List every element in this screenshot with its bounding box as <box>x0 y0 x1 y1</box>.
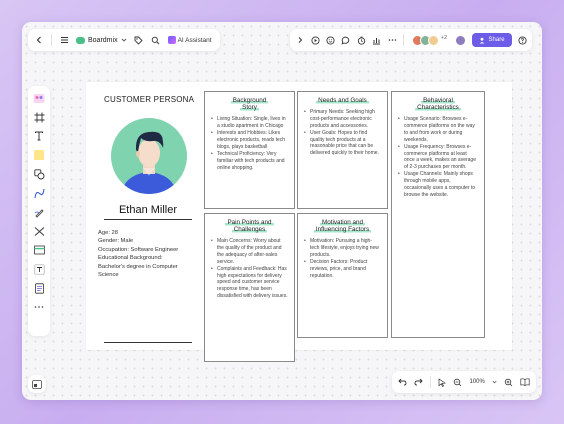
list-item: Complaints and Feedback: Has high expect… <box>211 266 288 300</box>
persona-section-title: CUSTOMER PERSONA <box>104 95 195 104</box>
collaborator-avatars[interactable]: +2 <box>411 34 448 46</box>
app-name: Boardmix <box>88 36 118 44</box>
bottom-right-toolbar: 100% <box>392 371 536 393</box>
card-bullet-list: Main Concerns: Worry about the quality o… <box>205 238 294 299</box>
card-title: Pain Points and Challenges <box>225 219 274 234</box>
chevron-down-icon[interactable] <box>492 379 497 385</box>
present-play-icon[interactable] <box>310 35 320 45</box>
document-icon[interactable] <box>33 282 45 294</box>
divider <box>430 376 431 388</box>
card-bullet-list: Primary Needs: Seeking high cost-perform… <box>298 109 387 157</box>
user-avatar[interactable] <box>455 34 466 46</box>
list-item: Usage Frequency: Browses e-commerce plat… <box>398 144 478 171</box>
share-button[interactable]: Share <box>471 33 512 47</box>
list-item: Decision Factors: Product reviews, price… <box>304 259 381 279</box>
undo-icon[interactable] <box>398 377 407 387</box>
list-item: Interests and Hobbies: Likes electronic … <box>211 130 288 150</box>
info-education-value: Bachelor's degree in Computer <box>98 263 178 270</box>
more-tools-icon[interactable] <box>33 301 45 313</box>
persona-avatar <box>111 118 187 194</box>
vote-icon[interactable] <box>372 35 381 45</box>
list-item: Usage Channels: Mainly shops through mob… <box>398 171 478 198</box>
pen-icon[interactable] <box>33 206 45 218</box>
card-behavioral-characteristics[interactable]: Behavioral Characteristics Usage Scenari… <box>391 91 485 338</box>
ai-assistant-button[interactable]: AI Assistant <box>167 36 212 44</box>
cloud-logo-icon <box>76 36 85 44</box>
card-background-story[interactable]: Background Story Living Situation: Singl… <box>204 91 295 209</box>
card-bullet-list: Motivation: Pursuing a high-tech lifesty… <box>298 238 387 279</box>
info-education-value-cont: Science <box>98 271 119 278</box>
redo-icon[interactable] <box>414 377 423 387</box>
list-item: Technical Proficiency: Very familiar wit… <box>211 151 288 171</box>
help-icon[interactable] <box>518 35 527 45</box>
mindmap-icon[interactable] <box>33 225 45 237</box>
list-item: Usage Scenario: Browses e-commerce platf… <box>398 116 478 143</box>
share-label: Share <box>488 37 505 43</box>
tool-sidebar <box>28 86 50 336</box>
info-education-label: Educational Background: <box>98 255 163 262</box>
divider <box>402 34 404 46</box>
man-illustration-icon <box>121 131 177 194</box>
list-item: User Goals: Hopes to find quality tech p… <box>304 130 381 157</box>
card-title: Background Story <box>230 97 269 112</box>
templates-icon[interactable] <box>33 92 45 104</box>
zoom-out-icon[interactable] <box>453 377 462 387</box>
card-title: Behavioral Characteristics <box>415 97 461 112</box>
card-title: Needs and Goals <box>316 97 369 104</box>
persona-name: Ethan Miller <box>118 204 178 216</box>
info-age: Age: 28 <box>98 230 118 236</box>
text-tool-icon[interactable] <box>33 130 45 142</box>
card-motivation-factors[interactable]: Motivation and Influencing Factors Motiv… <box>297 213 388 338</box>
card-bullet-list: Living Situation: Single, lives in a stu… <box>205 116 294 171</box>
app-brand-button[interactable]: Boardmix <box>76 36 127 44</box>
zoom-level[interactable]: 100% <box>469 379 484 385</box>
search-icon[interactable] <box>151 35 161 45</box>
info-occupation: Occupation: Software Engineer <box>98 246 179 253</box>
frame-icon[interactable] <box>33 111 45 123</box>
back-chevron-icon[interactable] <box>34 35 44 45</box>
top-right-toolbar: +2 Share <box>290 29 532 51</box>
minimap-icon <box>32 379 42 389</box>
book-icon[interactable] <box>520 377 530 387</box>
menu-icon[interactable] <box>59 35 69 45</box>
list-item: Primary Needs: Seeking high cost-perform… <box>304 109 381 129</box>
zoom-in-icon[interactable] <box>504 377 513 387</box>
text-box-icon[interactable] <box>33 263 45 275</box>
avatar <box>427 34 439 46</box>
minimap-toggle[interactable] <box>28 375 46 393</box>
comment-icon[interactable] <box>341 35 350 45</box>
card-title: Motivation and Influencing Factors <box>313 219 372 234</box>
app-window: Boardmix AI Assistant +2 Share CUSTOMER … <box>22 22 542 400</box>
sticky-note-icon[interactable] <box>33 149 45 161</box>
persona-board[interactable]: CUSTOMER PERSONA Ethan Miller Age: 28 Ge… <box>86 82 512 362</box>
name-underline <box>104 219 192 220</box>
add-user-icon <box>479 37 484 43</box>
card-needs-goals[interactable]: Needs and Goals Primary Needs: Seeking h… <box>297 91 388 209</box>
persona-info: Age: 28 Gender: Male Occupation: Softwar… <box>98 229 202 279</box>
card-pain-points[interactable]: Pain Points and Challenges Main Concerns… <box>204 213 295 362</box>
list-item: Living Situation: Single, lives in a stu… <box>211 116 288 130</box>
list-item: Main Concerns: Worry about the quality o… <box>211 238 288 265</box>
collaborator-count: +2 <box>440 34 448 41</box>
info-gender: Gender: Male <box>98 238 134 245</box>
tag-icon[interactable] <box>134 35 144 45</box>
ai-sparkle-icon <box>167 36 176 44</box>
select-cursor-icon[interactable] <box>438 377 447 387</box>
card-bullet-list: Usage Scenario: Browses e-commerce platf… <box>392 116 484 198</box>
connector-line-icon[interactable] <box>33 187 45 199</box>
top-left-toolbar: Boardmix AI Assistant <box>28 29 220 51</box>
persona-bottom-line <box>104 342 192 343</box>
table-icon[interactable] <box>33 244 45 256</box>
emoji-icon[interactable] <box>326 35 335 45</box>
expand-icon[interactable] <box>295 35 304 45</box>
chevron-down-icon <box>121 38 126 42</box>
more-icon[interactable] <box>387 35 396 45</box>
divider <box>51 34 52 46</box>
timer-icon[interactable] <box>357 35 366 45</box>
list-item: Motivation: Pursuing a high-tech lifesty… <box>304 238 381 258</box>
shapes-icon[interactable] <box>33 168 45 180</box>
ai-assistant-label: AI Assistant <box>177 36 212 44</box>
